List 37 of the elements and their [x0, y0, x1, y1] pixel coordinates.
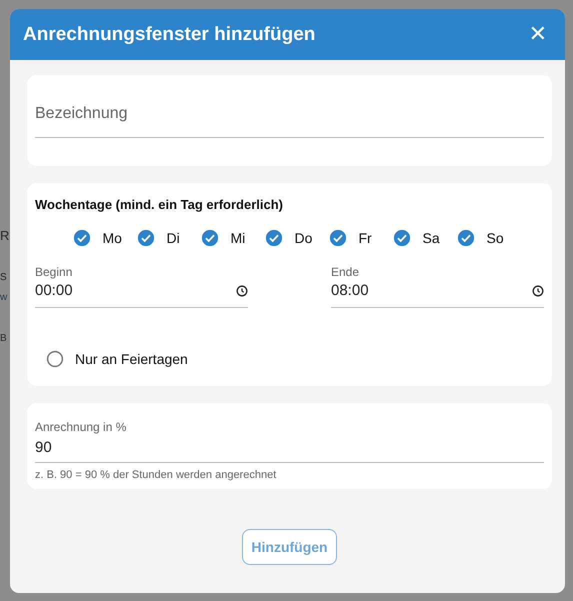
- day-label: Mo: [102, 230, 122, 246]
- field-label: Ende: [331, 265, 360, 279]
- background-text: w: [0, 292, 8, 303]
- day-label: Di: [166, 230, 181, 246]
- checked-checkbox-icon[interactable]: [200, 229, 218, 247]
- clock-icon[interactable]: [236, 284, 248, 296]
- field-label: Beginn: [35, 265, 74, 279]
- checked-checkbox-icon[interactable]: [456, 229, 474, 247]
- close-button[interactable]: ✕: [524, 22, 551, 47]
- section-title: Wochentage (mind. ein Tag erforderlich): [35, 197, 284, 212]
- day-label: Fr: [358, 230, 373, 246]
- time-field[interactable]: Beginn 00:00: [35, 265, 248, 308]
- checked-checkbox-icon[interactable]: [264, 229, 282, 247]
- day-label: Sa: [422, 230, 441, 246]
- field-label: Anrechnung in %: [35, 420, 128, 434]
- day-label: Mi: [230, 230, 246, 246]
- checked-checkbox-icon[interactable]: [136, 229, 154, 247]
- field-value: 90: [35, 439, 53, 456]
- checked-checkbox-icon[interactable]: [328, 229, 346, 247]
- background-text: B: [0, 333, 7, 344]
- field-hint: z. B. 90 = 90 % der Stunden werden angerechnet: [35, 469, 278, 481]
- percent-field[interactable]: Anrechnung in % 90: [35, 420, 544, 463]
- clock-icon[interactable]: [532, 284, 544, 296]
- dialog-title: Anrechnungsfenster hinzufügen: [23, 24, 316, 46]
- text-input[interactable]: Bezeichnung: [35, 91, 544, 138]
- name-field[interactable]: Bezeichnung: [27, 75, 552, 166]
- checked-checkbox-icon[interactable]: [72, 229, 90, 247]
- checked-checkbox-icon[interactable]: [392, 229, 410, 247]
- day-label: Do: [294, 230, 314, 246]
- time-value: 00:00: [35, 282, 73, 299]
- background-text: S: [0, 272, 7, 283]
- radio-button[interactable]: [46, 350, 64, 368]
- time-value: 08:00: [331, 282, 369, 299]
- day-label: So: [486, 230, 505, 246]
- radio-label: Nur an Feiertagen: [75, 351, 188, 367]
- background-text: R: [0, 228, 10, 243]
- time-field[interactable]: Ende 08:00: [331, 265, 544, 308]
